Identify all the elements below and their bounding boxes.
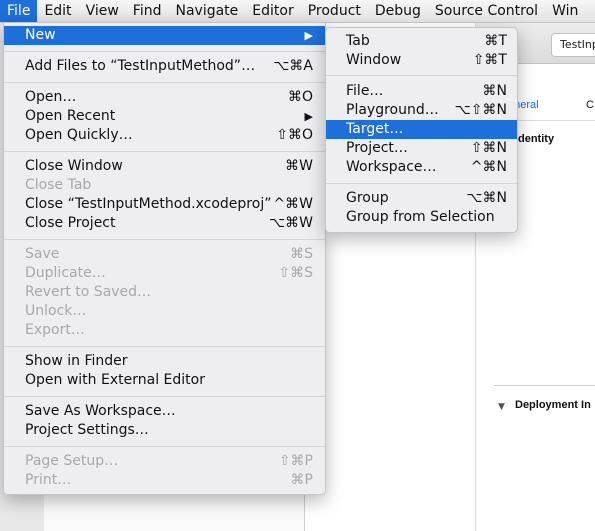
menu-source-control[interactable]: Source Control <box>428 0 545 22</box>
menu-separator <box>4 346 325 347</box>
menu-item-new-playground[interactable]: Playground… ⌥⇧⌘N <box>326 101 517 120</box>
menu-separator <box>4 151 325 152</box>
menu-item-new-file[interactable]: File… ⌘N <box>326 82 517 101</box>
disclosure-triangle-icon[interactable]: ▼ <box>498 402 505 412</box>
menu-item-export: Export… <box>25 322 85 338</box>
menu-item-close-tab: Close Tab <box>25 177 92 193</box>
menu-file[interactable]: File <box>0 0 38 22</box>
menu-item-open[interactable]: Open… ⌘O <box>4 88 325 107</box>
menu-item-revert: Revert to Saved… <box>25 284 152 300</box>
menu-separator <box>4 446 325 447</box>
menu-item-show-in-finder[interactable]: Show in Finder <box>4 352 325 371</box>
file-menu: New ▶ Add Files to “TestInputMethod”… ⌥⌘… <box>3 22 326 495</box>
deployment-info-section-title: Deployment In <box>515 399 591 411</box>
menu-item-new-group[interactable]: Group ⌥⌘N <box>326 189 517 208</box>
menu-item-close-project[interactable]: Close Project ⌥⌘W <box>4 214 325 233</box>
menu-item-close-project-file[interactable]: Close “TestInputMethod.xcodeproj” ^⌘W <box>4 195 325 214</box>
menu-item-open-recent[interactable]: Open Recent ▶ <box>4 107 325 126</box>
menu-debug[interactable]: Debug <box>368 0 428 22</box>
menu-bar: File Edit View Find Navigate Editor Prod… <box>0 0 595 23</box>
menu-product[interactable]: Product <box>301 0 368 22</box>
menu-item-add-files[interactable]: Add Files to “TestInputMethod”… ⌥⌘A <box>4 57 325 76</box>
menu-separator <box>326 183 517 184</box>
menu-item-project-settings[interactable]: Project Settings… <box>4 421 325 440</box>
menu-separator <box>4 82 325 83</box>
menu-separator <box>4 239 325 240</box>
menu-editor[interactable]: Editor <box>245 0 300 22</box>
menu-view[interactable]: View <box>79 0 126 22</box>
menu-item-save-as-workspace[interactable]: Save As Workspace… <box>4 402 325 421</box>
menu-separator <box>326 75 517 76</box>
new-submenu: Tab ⌘T Window ⇧⌘T File… ⌘N Playground… ⌥… <box>325 27 518 233</box>
menu-navigate[interactable]: Navigate <box>168 0 245 22</box>
menu-separator <box>4 51 325 52</box>
scheme-selector[interactable]: TestInp <box>551 33 595 57</box>
menu-item-page-setup: Page Setup… ⇧⌘P <box>25 453 313 469</box>
menu-item-save: Save ⌘S <box>25 246 313 262</box>
menu-item-new-window[interactable]: Window ⇧⌘T <box>326 51 517 70</box>
menu-item-new-project[interactable]: Project… ⇧⌘N <box>326 139 517 158</box>
tab-capabilities[interactable]: C <box>586 99 594 111</box>
menu-find[interactable]: Find <box>126 0 169 22</box>
menu-item-new-workspace[interactable]: Workspace… ^⌘N <box>326 158 517 177</box>
submenu-arrow-icon: ▶ <box>304 29 313 42</box>
menu-item-new-target[interactable]: Target… <box>326 120 517 139</box>
menu-edit[interactable]: Edit <box>37 0 78 22</box>
menu-item-unlock: Unlock… <box>25 303 87 319</box>
menu-separator <box>4 396 325 397</box>
menu-item-print: Print… ⌘P <box>25 472 313 488</box>
identity-section-title: dentity <box>518 133 555 145</box>
menu-item-duplicate: Duplicate… ⇧⌘S <box>25 265 313 281</box>
menu-item-new-group-from-selection[interactable]: Group from Selection <box>326 208 517 227</box>
submenu-arrow-icon: ▶ <box>304 110 313 123</box>
menu-window[interactable]: Win <box>545 0 585 22</box>
menu-item-open-quickly[interactable]: Open Quickly… ⇧⌘O <box>4 126 325 145</box>
section-divider <box>494 385 595 386</box>
menu-item-new[interactable]: New ▶ <box>4 26 325 45</box>
menu-item-new-tab[interactable]: Tab ⌘T <box>326 32 517 51</box>
menu-item-close-window[interactable]: Close Window ⌘W <box>4 157 325 176</box>
menu-item-open-external-editor[interactable]: Open with External Editor <box>4 371 325 390</box>
